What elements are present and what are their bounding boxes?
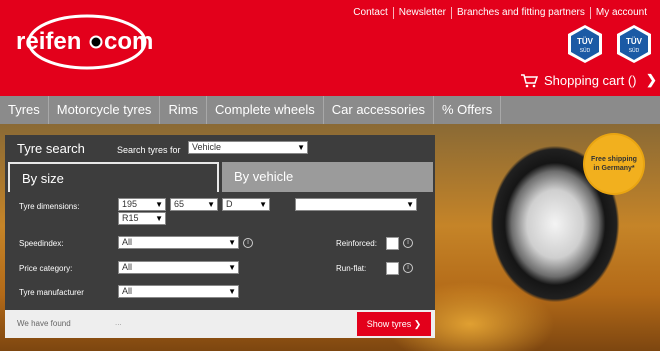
nav-item-offers[interactable]: % Offers	[434, 96, 502, 124]
free-shipping-badge: Free shipping in Germany*	[585, 135, 643, 193]
shopping-cart-button[interactable]: Shopping cart ()	[520, 73, 637, 88]
nav-item-motorcycle-tyres[interactable]: Motorcycle tyres	[49, 96, 161, 124]
tuv-badge-icon: TÜV SÜD	[568, 25, 602, 63]
reifen-logo[interactable]: reifen com	[12, 14, 162, 70]
nav-item-complete-wheels[interactable]: Complete wheels	[207, 96, 324, 124]
tab-by-size[interactable]: By size	[8, 162, 219, 192]
reinforced-checkbox[interactable]	[386, 237, 399, 250]
svg-text:reifen: reifen	[16, 28, 81, 55]
nav-item-tyres[interactable]: Tyres	[0, 96, 49, 124]
site-header: reifen com Contact Newsletter Branches a…	[0, 0, 660, 96]
manufacturer-label: Tyre manufacturer	[19, 288, 84, 297]
panel-title: Tyre search	[17, 141, 85, 156]
results-bar: We have found ... Show tyres ❯	[5, 310, 435, 338]
svg-text:TÜV: TÜV	[626, 37, 643, 46]
svg-text:SÜD: SÜD	[629, 47, 640, 54]
dropdown-arrow-icon: ▼	[259, 200, 267, 209]
dropdown-arrow-icon: ▼	[155, 200, 163, 209]
run-flat-label: Run-flat:	[336, 264, 367, 273]
info-icon[interactable]: i	[403, 238, 413, 248]
dropdown-arrow-icon: ▼	[155, 214, 163, 223]
contact-link[interactable]: Contact	[348, 7, 392, 19]
price-category-select[interactable]: All ▼	[118, 261, 239, 274]
nav-item-car-accessories[interactable]: Car accessories	[324, 96, 434, 124]
tuv-badge-icon: TÜV SÜD	[617, 25, 651, 63]
info-icon[interactable]: i	[243, 238, 253, 248]
width-select[interactable]: 195 ▼	[118, 198, 166, 211]
search-for-select[interactable]: Vehicle ▼	[188, 141, 308, 154]
reinforced-label: Reinforced:	[336, 239, 377, 248]
show-tyres-button[interactable]: Show tyres ❯	[357, 312, 431, 336]
cart-label: Shopping cart ()	[544, 73, 637, 88]
tab-by-vehicle[interactable]: By vehicle	[222, 162, 433, 192]
search-for-label: Search tyres for	[117, 145, 181, 155]
branches-link[interactable]: Branches and fitting partners	[451, 7, 590, 19]
dropdown-arrow-icon: ▼	[297, 143, 305, 152]
manufacturer-select[interactable]: All ▼	[118, 285, 239, 298]
ratio-select[interactable]: 65 ▼	[170, 198, 218, 211]
svg-text:com: com	[104, 28, 153, 55]
svg-text:TÜV: TÜV	[577, 37, 594, 46]
dimensions-label: Tyre dimensions:	[19, 202, 80, 211]
dropdown-arrow-icon: ▼	[228, 263, 236, 272]
speedindex-label: Speedindex:	[19, 239, 64, 248]
info-icon[interactable]: i	[403, 263, 413, 273]
construction-select[interactable]: D ▼	[222, 198, 270, 211]
svg-text:SÜD: SÜD	[580, 47, 591, 54]
dropdown-arrow-icon: ▼	[207, 200, 215, 209]
newsletter-link[interactable]: Newsletter	[392, 7, 451, 19]
price-category-label: Price category:	[19, 264, 73, 273]
dropdown-arrow-icon: ▼	[228, 238, 236, 247]
speedindex-select[interactable]: All ▼	[118, 236, 239, 249]
dropdown-arrow-icon: ▼	[406, 200, 414, 209]
rim-select[interactable]: R15 ▼	[118, 212, 166, 225]
main-nav: Tyres Motorcycle tyres Rims Complete whe…	[0, 96, 660, 124]
cart-icon	[521, 73, 538, 87]
top-links: Contact Newsletter Branches and fitting …	[348, 7, 652, 19]
nav-item-rims[interactable]: Rims	[160, 96, 208, 124]
tyre-search-panel: Tyre search Search tyres for Vehicle ▼ By…	[5, 135, 435, 338]
my-account-link[interactable]: My account	[589, 7, 652, 19]
found-label: We have found	[17, 319, 71, 328]
chevron-right-icon[interactable]: ❯	[646, 72, 657, 88]
run-flat-checkbox[interactable]	[386, 262, 399, 275]
dropdown-arrow-icon: ▼	[228, 287, 236, 296]
load-index-select[interactable]: ▼	[295, 198, 417, 211]
found-count: ...	[115, 318, 122, 327]
